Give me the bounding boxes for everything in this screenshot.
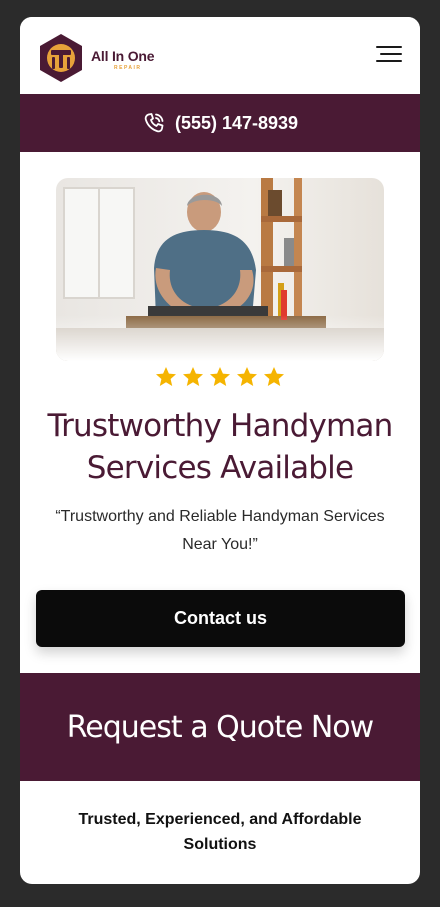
logo-icon[interactable] — [38, 33, 84, 83]
tagline-line1: Trusted, Experienced, and Affordable — [78, 811, 362, 828]
logo-name: All In One — [91, 48, 155, 64]
phone-number: (555) 147-8939 — [174, 112, 299, 133]
hero-quote-line2: Near You!” — [182, 536, 258, 553]
site-header: All In One REPAIR — [20, 17, 420, 94]
request-quote-title: Request a Quote Now — [66, 709, 374, 745]
tagline: Trusted, Experienced, and Affordable Sol… — [60, 807, 380, 857]
logo-subtitle: REPAIR — [114, 65, 142, 71]
mobile-page: All In One REPAIR (555) 147-8939 Trustwo… — [20, 17, 420, 884]
star-icon — [264, 367, 284, 386]
tagline-line2: Solutions — [183, 836, 257, 853]
request-quote-section: Request a Quote Now — [20, 673, 420, 781]
contact-us-button[interactable]: Contact us — [36, 590, 405, 647]
star-icon — [183, 367, 203, 386]
hero-title-line1: Trustworthy Handyman — [47, 408, 394, 444]
rating-stars — [154, 365, 286, 389]
handyman-illustration — [56, 178, 384, 361]
star-icon — [237, 367, 257, 386]
star-icon — [210, 367, 230, 386]
phone-call-link[interactable]: (555) 147-8939 — [20, 94, 420, 152]
hero-title: Trustworthy Handyman Services Available — [20, 405, 420, 489]
hero-quote-line1: “Trustworthy and Reliable Handyman Servi… — [55, 508, 385, 525]
hamburger-menu-icon[interactable] — [372, 44, 402, 64]
handyman-photo — [56, 178, 384, 361]
phone-call-icon — [144, 113, 164, 133]
star-icon — [156, 367, 176, 386]
hero-title-line2: Services Available — [86, 450, 354, 486]
hero-quote: “Trustworthy and Reliable Handyman Servi… — [50, 503, 390, 559]
